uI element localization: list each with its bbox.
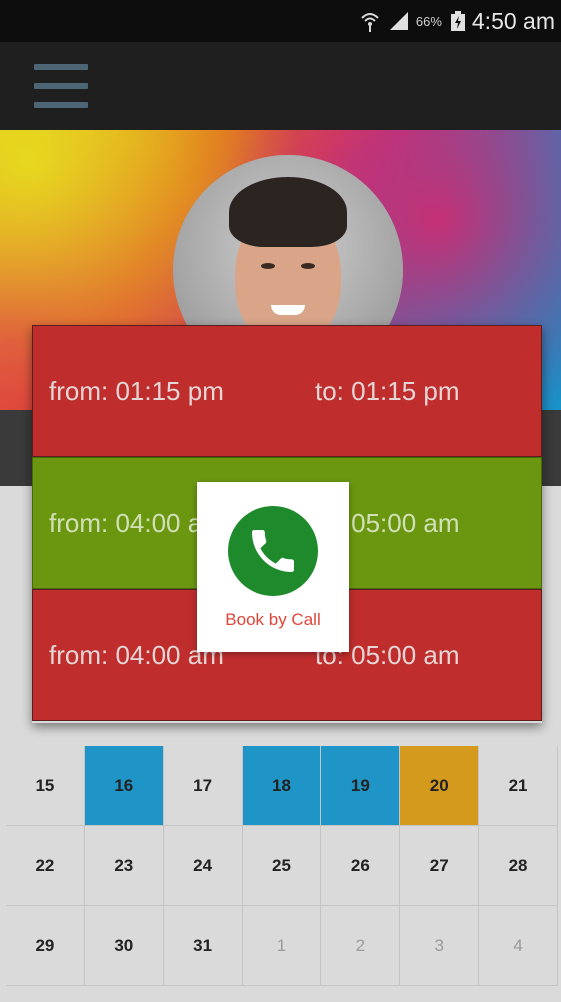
app-bar: [0, 42, 561, 130]
calendar-day[interactable]: 1: [242, 906, 322, 986]
battery-percent: 66%: [415, 13, 442, 29]
phone-icon: [228, 506, 318, 596]
hamburger-menu-icon[interactable]: [34, 60, 88, 112]
signal-icon: [388, 10, 410, 32]
calendar-day[interactable]: 24: [163, 826, 243, 906]
calendar-day[interactable]: 21: [479, 746, 558, 826]
slot-to: to: 01:15 pm: [315, 375, 460, 406]
calendar-day[interactable]: 18: [242, 746, 322, 826]
calendar-day[interactable]: 31: [163, 906, 243, 986]
book-by-call-button[interactable]: Book by Call: [197, 482, 349, 652]
calendar-day[interactable]: 16: [84, 746, 164, 826]
calendar-day[interactable]: 29: [6, 906, 85, 986]
status-bar: 66% 4:50 am: [0, 0, 561, 42]
battery-icon: [450, 10, 466, 32]
calendar-day[interactable]: 3: [400, 906, 480, 986]
calendar-day[interactable]: 23: [84, 826, 164, 906]
calendar-day[interactable]: 26: [321, 826, 401, 906]
calendar-grid: 15 16 17 18 19 20 21 22 23 24 25 26 27 28 29 30 31 1 2 3 4: [6, 746, 558, 986]
calendar-day[interactable]: 19: [321, 746, 401, 826]
wifi-icon: [360, 10, 380, 32]
calendar-day[interactable]: 22: [6, 826, 85, 906]
calendar-day[interactable]: 30: [84, 906, 164, 986]
calendar-day[interactable]: 15: [6, 746, 85, 826]
calendar-day[interactable]: 25: [242, 826, 322, 906]
calendar-day[interactable]: 28: [479, 826, 558, 906]
calendar-day[interactable]: 2: [321, 906, 401, 986]
status-time: 4:50 am: [471, 7, 555, 34]
calendar-day[interactable]: 27: [400, 826, 480, 906]
book-by-call-label: Book by Call: [225, 610, 321, 629]
time-slot[interactable]: from: 01:15 pm to: 01:15 pm: [32, 325, 542, 457]
slot-from: from: 01:15 pm: [49, 375, 224, 406]
calendar-day[interactable]: 4: [479, 906, 558, 986]
calendar-day[interactable]: 17: [163, 746, 243, 826]
calendar-day[interactable]: 20: [400, 746, 480, 826]
